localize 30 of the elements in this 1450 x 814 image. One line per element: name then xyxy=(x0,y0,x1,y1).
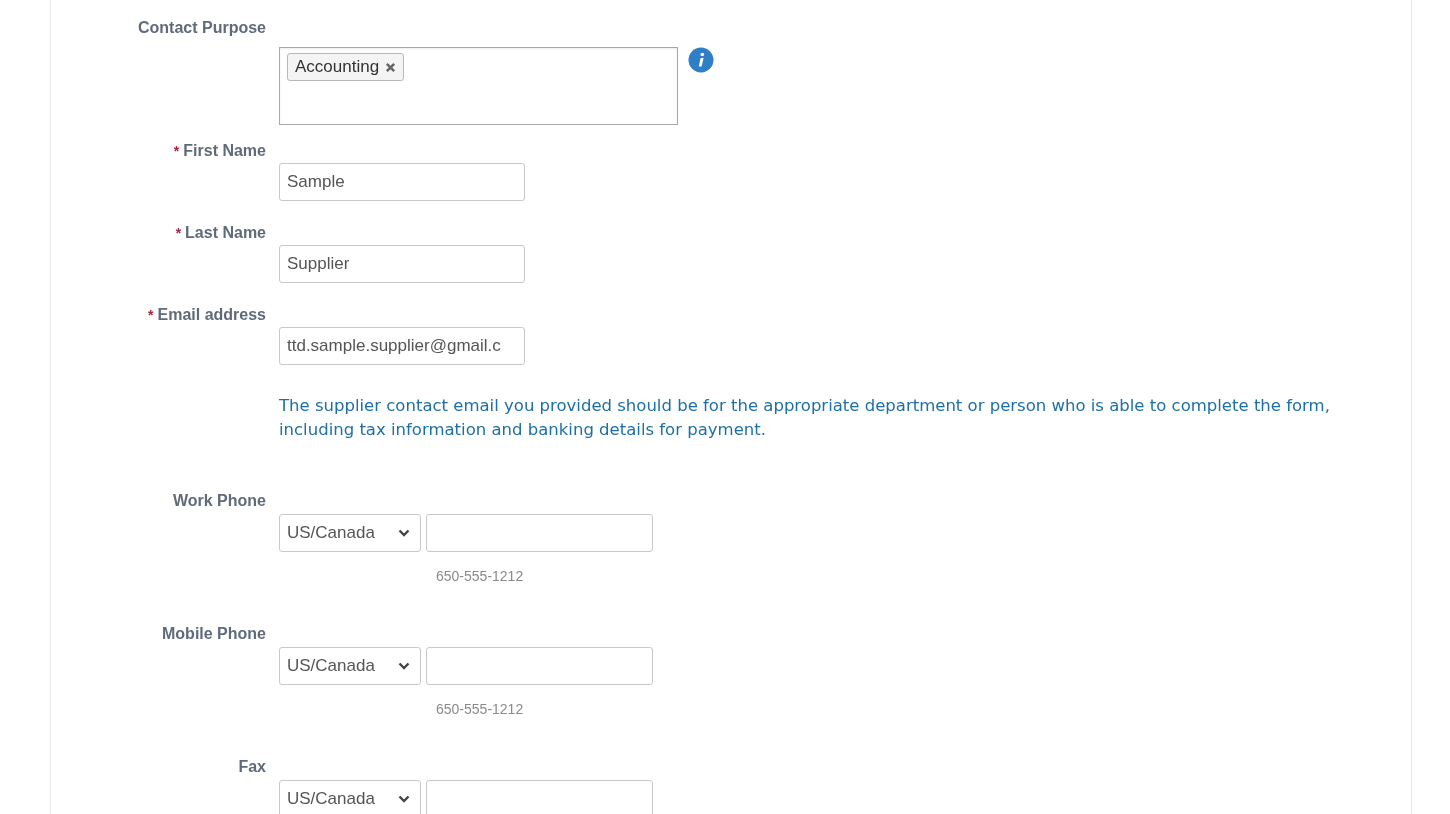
tag-chip[interactable]: Accounting xyxy=(287,53,405,81)
phone-input-field[interactable] xyxy=(426,514,653,552)
chevron-down-icon xyxy=(398,529,410,537)
country-dropdown[interactable]: US/Canada xyxy=(279,780,421,814)
country-dropdown[interactable]: US/Canada xyxy=(279,647,421,685)
field-label: Contact Purpose xyxy=(138,18,266,38)
required-asterisk: * xyxy=(175,224,182,243)
phone-format-hint: 650-555-1212 xyxy=(436,701,524,717)
tag-label: Accounting xyxy=(295,56,380,79)
field-label: First Name xyxy=(183,141,266,161)
remove-icon[interactable] xyxy=(385,61,397,73)
required-asterisk: * xyxy=(148,306,154,325)
field-label: Email address xyxy=(157,305,266,325)
field-label: Mobile Phone xyxy=(162,624,266,644)
field-label: Fax xyxy=(238,757,266,777)
phone-format-hint: 650-555-1212 xyxy=(436,568,524,584)
phone-input-field[interactable] xyxy=(426,647,653,685)
field-label: Work Phone xyxy=(172,491,266,511)
tag-field[interactable]: Accounting xyxy=(279,47,678,125)
required-asterisk: * xyxy=(173,142,180,161)
info-icon[interactable] xyxy=(688,47,714,73)
chevron-down-icon xyxy=(398,662,410,670)
country-dropdown[interactable]: US/Canada xyxy=(279,514,421,552)
chevron-down-icon xyxy=(398,795,410,803)
text-input-field[interactable]: Supplier xyxy=(279,245,525,283)
text-input-field[interactable]: ttd.sample.supplier@gmail.c xyxy=(279,327,525,365)
phone-input-field[interactable] xyxy=(426,780,653,814)
field-label: Last Name xyxy=(185,223,266,243)
text-input-field[interactable]: Sample xyxy=(279,163,525,201)
info-message: The supplier contact email you provided should be for the appropriate department or person who is able to complete the form, including tax information and banking details for payment. xyxy=(279,395,1331,441)
